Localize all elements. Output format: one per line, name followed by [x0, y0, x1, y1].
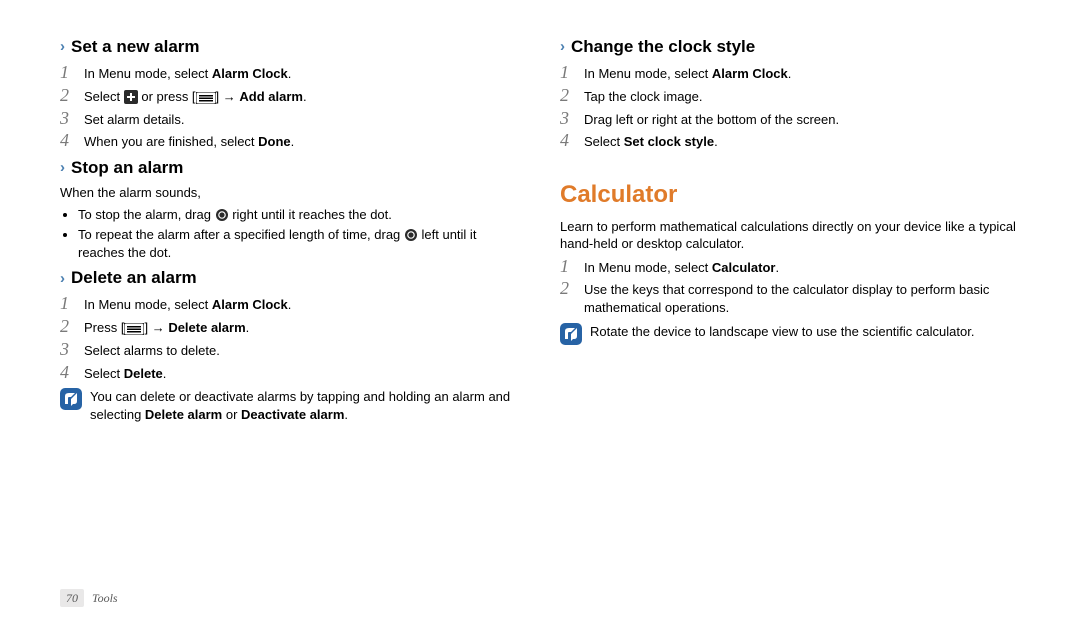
heading-text: Set a new alarm	[71, 36, 200, 59]
list-item: 3 Drag left or right at the bottom of th…	[560, 109, 1020, 129]
step-number: 2	[560, 279, 584, 299]
note-icon	[560, 323, 582, 345]
heading-text: Stop an alarm	[71, 157, 183, 180]
list-item: 2 Use the keys that correspond to the ca…	[560, 279, 1020, 316]
step-number: 2	[60, 86, 84, 106]
delete-alarm-note: You can delete or deactivate alarms by t…	[60, 388, 520, 423]
right-column: › Change the clock style 1 In Menu mode,…	[560, 30, 1020, 433]
step-number: 2	[60, 317, 84, 337]
step-number: 3	[60, 109, 84, 129]
list-item: 2 Press [] → Delete alarm.	[60, 317, 520, 337]
ring-icon	[404, 228, 418, 242]
step-number: 1	[560, 63, 584, 83]
heading-stop-alarm: › Stop an alarm	[60, 157, 520, 180]
delete-alarm-steps: 1 In Menu mode, select Alarm Clock. 2 Pr…	[60, 294, 520, 382]
step-number: 1	[560, 257, 584, 277]
change-style-steps: 1 In Menu mode, select Alarm Clock. 2 Ta…	[560, 63, 1020, 151]
menu-icon	[196, 92, 216, 104]
step-number: 3	[60, 340, 84, 360]
calculator-lead: Learn to perform mathematical calculatio…	[560, 218, 1020, 253]
step-number: 2	[560, 86, 584, 106]
list-item: 4 Select Delete.	[60, 363, 520, 383]
list-item: 1 In Menu mode, select Alarm Clock.	[60, 294, 520, 314]
plus-icon	[124, 90, 138, 104]
stop-alarm-bullets: To stop the alarm, drag right until it r…	[78, 206, 520, 262]
ring-icon	[215, 208, 229, 222]
list-item: 2 Select or press [] → Add alarm.	[60, 86, 520, 106]
heading-set-alarm: › Set a new alarm	[60, 36, 520, 59]
left-column: › Set a new alarm 1 In Menu mode, select…	[60, 30, 520, 433]
heading-delete-alarm: › Delete an alarm	[60, 267, 520, 290]
chevron-icon: ›	[560, 37, 565, 57]
list-item: To repeat the alarm after a specified le…	[78, 226, 520, 261]
stop-alarm-lead: When the alarm sounds,	[60, 184, 520, 202]
step-number: 4	[560, 131, 584, 151]
list-item: 1 In Menu mode, select Alarm Clock.	[560, 63, 1020, 83]
list-item: To stop the alarm, drag right until it r…	[78, 206, 520, 224]
set-alarm-steps: 1 In Menu mode, select Alarm Clock. 2 Se…	[60, 63, 520, 151]
calculator-steps: 1 In Menu mode, select Calculator. 2 Use…	[560, 257, 1020, 317]
manual-page: › Set a new alarm 1 In Menu mode, select…	[0, 0, 1080, 629]
chevron-icon: ›	[60, 37, 65, 57]
calculator-note: Rotate the device to landscape view to u…	[560, 323, 1020, 345]
list-item: 1 In Menu mode, select Calculator.	[560, 257, 1020, 277]
step-number: 3	[560, 109, 584, 129]
heading-calculator: Calculator	[560, 179, 1020, 211]
step-number: 1	[60, 63, 84, 83]
heading-text: Change the clock style	[571, 36, 755, 59]
list-item: 4 When you are finished, select Done.	[60, 131, 520, 151]
heading-change-style: › Change the clock style	[560, 36, 1020, 59]
list-item: 3 Set alarm details.	[60, 109, 520, 129]
note-icon	[60, 388, 82, 410]
page-footer: 70 Tools	[60, 589, 118, 607]
menu-icon	[124, 323, 144, 335]
list-item: 4 Select Set clock style.	[560, 131, 1020, 151]
list-item: 1 In Menu mode, select Alarm Clock.	[60, 63, 520, 83]
step-number: 1	[60, 294, 84, 314]
chevron-icon: ›	[60, 269, 65, 289]
list-item: 2 Tap the clock image.	[560, 86, 1020, 106]
chevron-icon: ›	[60, 158, 65, 178]
list-item: 3 Select alarms to delete.	[60, 340, 520, 360]
page-number: 70	[60, 589, 84, 607]
footer-section: Tools	[92, 590, 118, 606]
step-number: 4	[60, 131, 84, 151]
step-number: 4	[60, 363, 84, 383]
heading-text: Delete an alarm	[71, 267, 197, 290]
